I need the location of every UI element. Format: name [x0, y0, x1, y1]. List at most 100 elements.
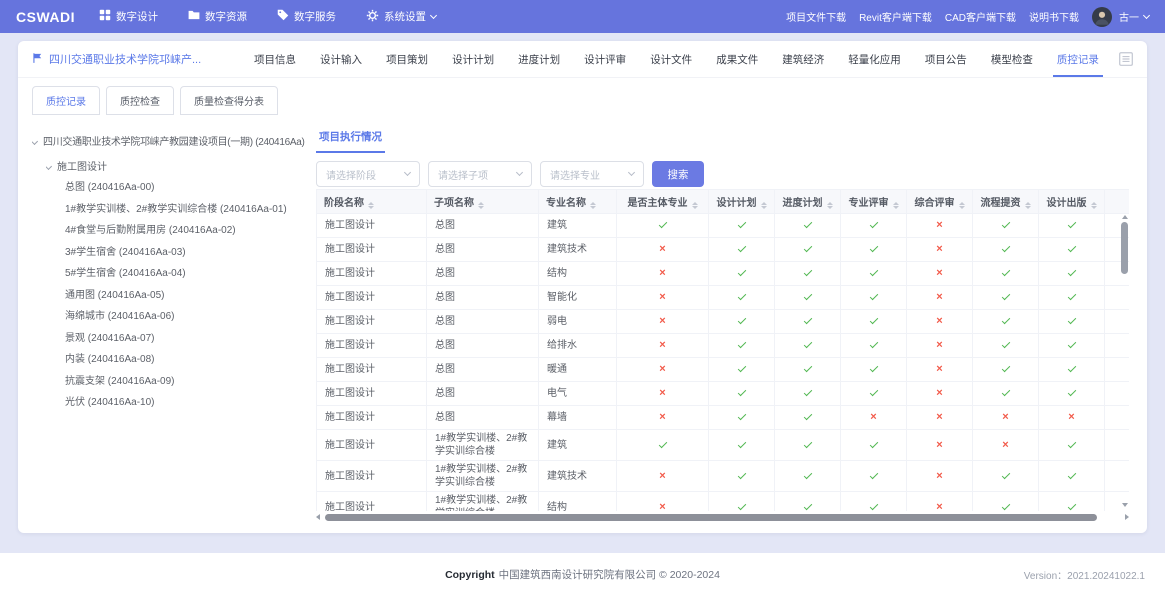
column-header[interactable]: 子项名称: [427, 190, 539, 214]
table-row[interactable]: 施工图设计总图建筑技术××: [317, 238, 1130, 262]
tree-item[interactable]: 4#食堂与后勤附属用房 (240416Aa-02): [65, 220, 306, 242]
tab-project-execution[interactable]: 项目执行情况: [316, 129, 385, 153]
major-select[interactable]: 请选择专业: [540, 161, 644, 187]
user-menu[interactable]: 古一: [1119, 9, 1149, 24]
table-row[interactable]: 施工图设计总图给排水××: [317, 334, 1130, 358]
tree-item[interactable]: 光伏 (240416Aa-10): [65, 392, 306, 414]
table-cell: 施工图设计: [317, 461, 427, 492]
table-cell: 建筑技术: [539, 238, 617, 262]
column-header[interactable]: 流程提资: [973, 190, 1039, 214]
column-header[interactable]: 设计计划: [709, 190, 775, 214]
table-row[interactable]: 施工图设计1#教学实训楼、2#教学实训综合楼建筑技术××: [317, 461, 1130, 492]
user-avatar[interactable]: [1092, 7, 1112, 27]
vertical-scrollbar-thumb[interactable]: [1121, 222, 1128, 274]
tree-item[interactable]: 抗震支架 (240416Aa-09): [65, 371, 306, 393]
subproject-select[interactable]: 请选择子项: [428, 161, 532, 187]
table-row[interactable]: 施工图设计总图暖通××: [317, 358, 1130, 382]
project-tab[interactable]: 设计输入: [320, 41, 362, 77]
table-cell: [709, 382, 775, 406]
table-row[interactable]: 施工图设计总图幕墙×××××: [317, 406, 1130, 430]
check-icon: [1067, 501, 1075, 509]
scroll-left-arrow-icon[interactable]: [316, 514, 320, 520]
project-tab[interactable]: 项目公告: [925, 41, 967, 77]
tree-item[interactable]: 5#学生宿舍 (240416Aa-04): [65, 263, 306, 285]
sort-icon[interactable]: [692, 202, 698, 209]
table-row[interactable]: 施工图设计总图结构××: [317, 262, 1130, 286]
tree-item[interactable]: 3#学生宿舍 (240416Aa-03): [65, 242, 306, 264]
search-button[interactable]: 搜索: [652, 161, 704, 187]
tree-item[interactable]: 总图 (240416Aa-00): [65, 177, 306, 199]
stage-select[interactable]: 请选择阶段: [316, 161, 420, 187]
project-tab[interactable]: 项目信息: [254, 41, 296, 77]
nav-item-system-settings[interactable]: 系统设置: [366, 9, 436, 25]
nav-item-digital-design[interactable]: 数字设计: [99, 9, 158, 24]
tree-item[interactable]: 海绵城市 (240416Aa-06): [65, 306, 306, 328]
download-link-cad-client[interactable]: CAD客户端下载: [945, 9, 1016, 24]
sort-icon[interactable]: [590, 202, 596, 209]
sort-icon[interactable]: [1091, 202, 1097, 209]
download-link-revit-client[interactable]: Revit客户端下载: [859, 9, 932, 24]
sub-tab-quality-score-sheet[interactable]: 质量检查得分表: [180, 86, 278, 115]
table-row[interactable]: 施工图设计总图电气××: [317, 382, 1130, 406]
vertical-scrollbar[interactable]: [1120, 215, 1129, 507]
sort-icon[interactable]: [478, 202, 484, 209]
tree-item[interactable]: 1#教学实训楼、2#教学实训综合楼 (240416Aa-01): [65, 199, 306, 221]
project-tab[interactable]: 轻量化应用: [848, 41, 901, 77]
project-tab[interactable]: 设计评审: [584, 41, 626, 77]
project-tab[interactable]: 建筑经济: [782, 41, 824, 77]
download-link-manual[interactable]: 说明书下载: [1029, 9, 1079, 24]
tree-stage-node[interactable]: 施工图设计: [46, 160, 306, 175]
scroll-down-arrow-icon[interactable]: [1122, 503, 1128, 507]
sub-tab-quality-record[interactable]: 质控记录: [32, 86, 100, 115]
column-header[interactable]: 设计出版: [1039, 190, 1105, 214]
table-row[interactable]: 施工图设计总图弱电××: [317, 310, 1130, 334]
horizontal-scrollbar-thumb[interactable]: [325, 514, 1097, 521]
project-tab[interactable]: 进度计划: [518, 41, 560, 77]
sort-icon[interactable]: [1025, 202, 1031, 209]
list-icon[interactable]: [1119, 52, 1133, 66]
tree-root-node[interactable]: 四川交通职业技术学院邛崃产教园建设项目(一期) (240416Aa): [32, 135, 306, 150]
check-icon: [869, 364, 877, 372]
column-header[interactable]: 是否主体专业: [617, 190, 709, 214]
table-cell: [973, 461, 1039, 492]
project-tab[interactable]: 项目策划: [386, 41, 428, 77]
scroll-right-arrow-icon[interactable]: [1125, 514, 1129, 520]
column-header[interactable]: 专业评审: [841, 190, 907, 214]
column-header[interactable]: 特殊: [1105, 190, 1130, 214]
app-logo[interactable]: CSWADI: [16, 9, 75, 25]
project-tab[interactable]: 设计计划: [452, 41, 494, 77]
column-header[interactable]: 进度计划: [775, 190, 841, 214]
table-row[interactable]: 施工图设计总图智能化××: [317, 286, 1130, 310]
nav-item-digital-resources[interactable]: 数字资源: [188, 9, 247, 24]
project-tab[interactable]: 设计文件: [650, 41, 692, 77]
table-cell: 施工图设计: [317, 406, 427, 430]
download-link-project-files[interactable]: 项目文件下载: [786, 9, 846, 24]
column-header-label: 进度计划: [783, 198, 823, 209]
project-tab[interactable]: 质控记录: [1057, 41, 1099, 77]
sort-icon[interactable]: [368, 202, 374, 209]
sub-tab-quality-check[interactable]: 质控检查: [106, 86, 174, 115]
column-header[interactable]: 阶段名称: [317, 190, 427, 214]
tree-item[interactable]: 内装 (240416Aa-08): [65, 349, 306, 371]
sort-icon[interactable]: [827, 202, 833, 209]
table-cell: [775, 238, 841, 262]
table-row[interactable]: 施工图设计1#教学实训楼、2#教学实训综合楼结构××: [317, 492, 1130, 512]
table-row[interactable]: 施工图设计1#教学实训楼、2#教学实训综合楼建筑××: [317, 430, 1130, 461]
project-tab[interactable]: 成果文件: [716, 41, 758, 77]
table-cell: [709, 214, 775, 238]
sort-icon[interactable]: [959, 202, 965, 209]
horizontal-scrollbar[interactable]: [316, 513, 1129, 521]
nav-item-digital-services[interactable]: 数字服务: [277, 9, 336, 24]
project-tab[interactable]: 模型检查: [991, 41, 1033, 77]
table-cell: ×: [907, 262, 973, 286]
column-header[interactable]: 综合评审: [907, 190, 973, 214]
tree-item[interactable]: 景观 (240416Aa-07): [65, 328, 306, 350]
table-row[interactable]: 施工图设计总图建筑×: [317, 214, 1130, 238]
project-title[interactable]: 四川交通职业技术学院邛崃产...: [32, 51, 254, 67]
sort-icon[interactable]: [893, 202, 899, 209]
tree-item[interactable]: 通用图 (240416Aa-05): [65, 285, 306, 307]
table-cell: 施工图设计: [317, 358, 427, 382]
column-header[interactable]: 专业名称: [539, 190, 617, 214]
sort-icon[interactable]: [761, 202, 767, 209]
scroll-up-arrow-icon[interactable]: [1122, 215, 1128, 219]
